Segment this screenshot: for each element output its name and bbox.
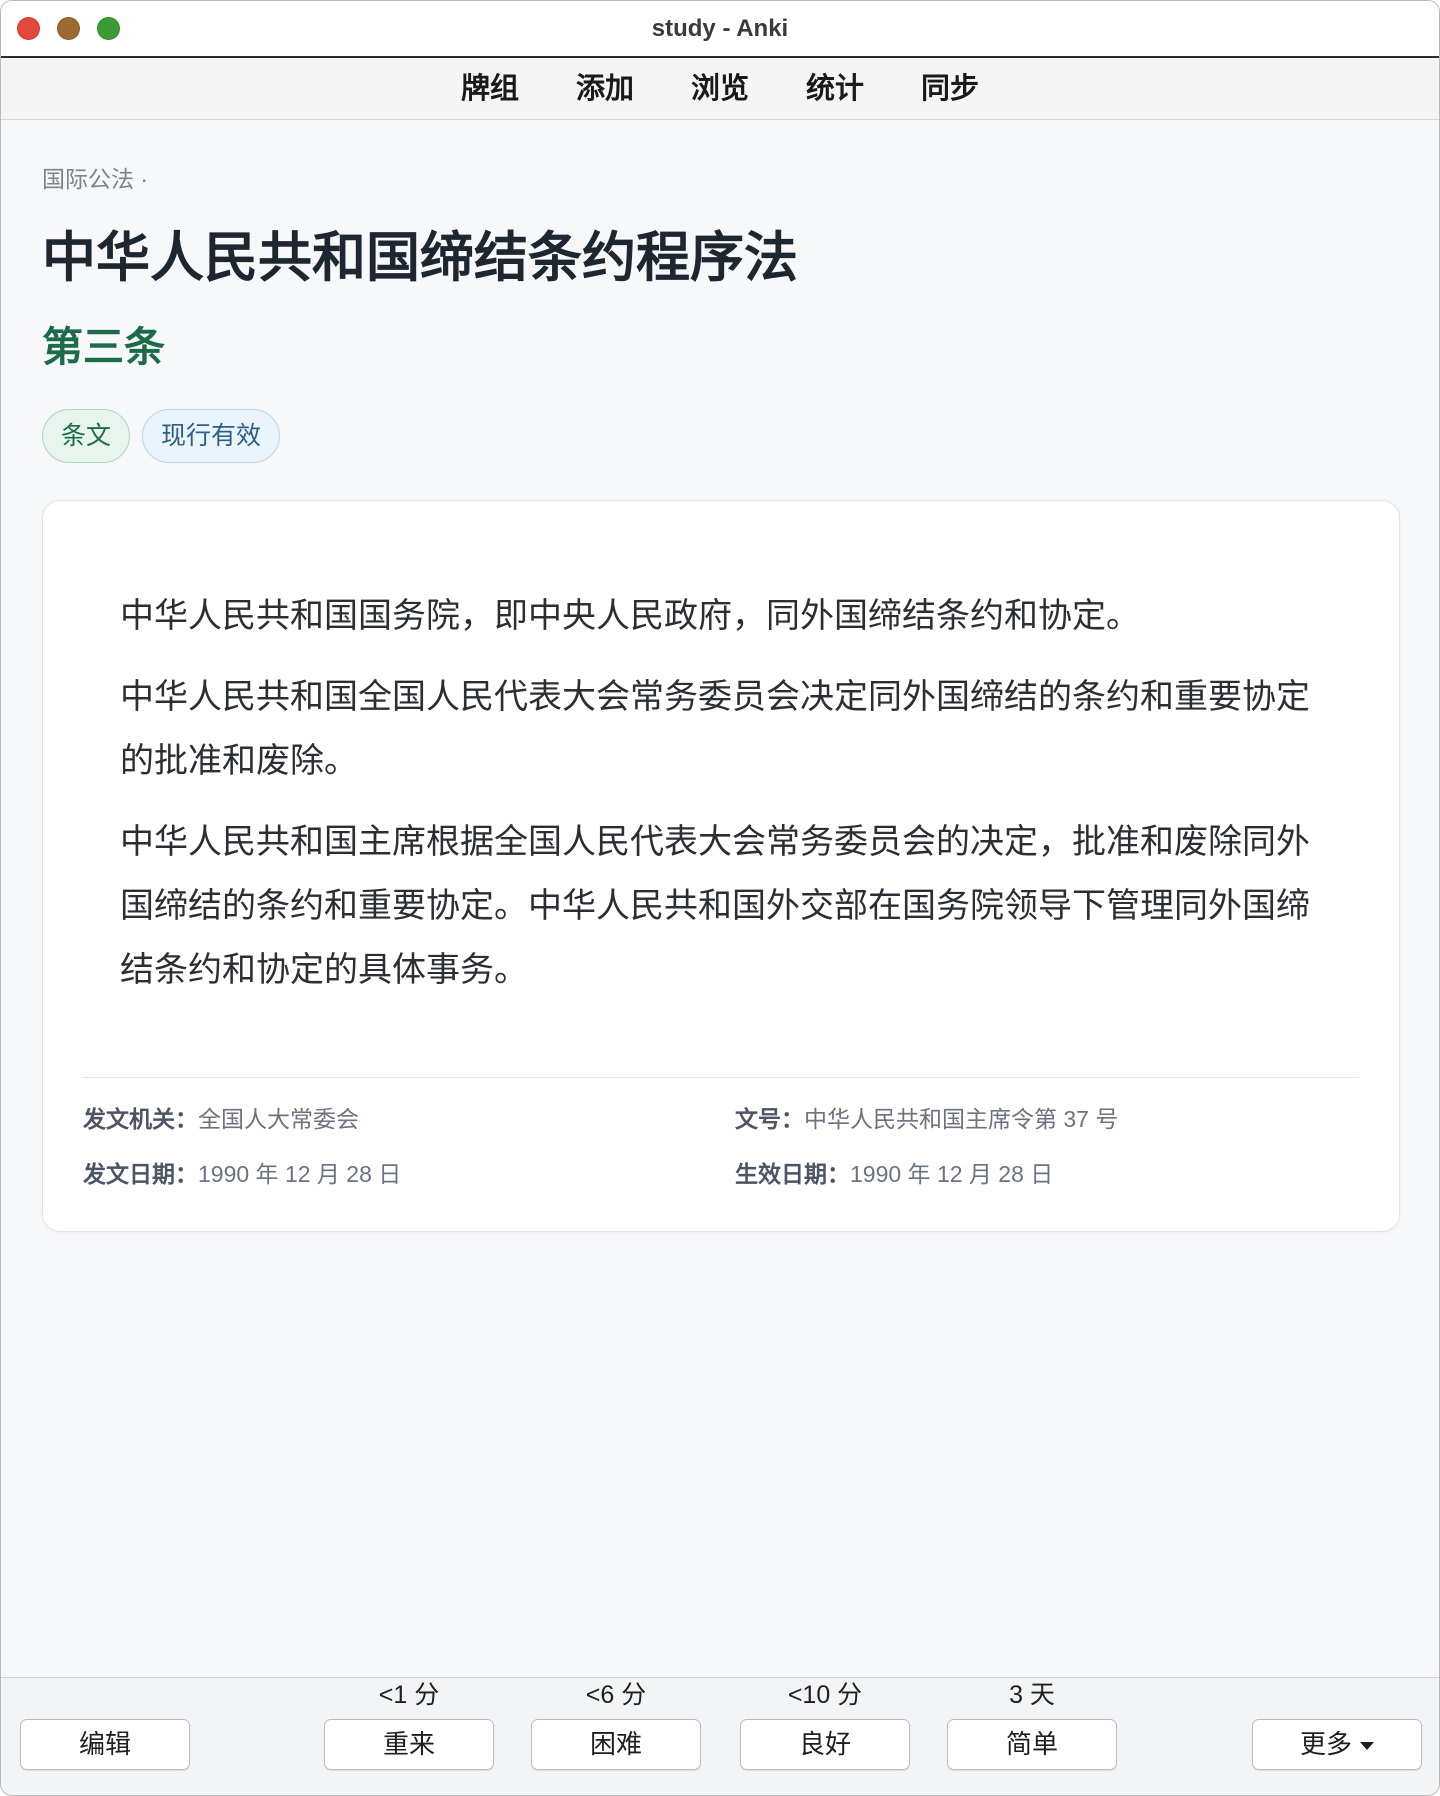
good-button[interactable]: 良好 [740,1719,910,1770]
article-text: 中华人民共和国国务院，即中央人民政府，同外国缔结条约和协定。 中华人民共和国全国… [120,584,1322,1019]
again-button[interactable]: 重来 [324,1719,494,1770]
article-number: 第三条 [42,324,165,370]
answer-hard: <6 分 困难 [531,1678,701,1778]
anki-window: study - Anki 牌组 添加 浏览 统计 同步 国际公法 · 中华人民共… [0,0,1440,1796]
interval-label: 3 天 [1009,1681,1055,1709]
breadcrumb: 国际公法 · [42,166,149,192]
answer-again: <1 分 重来 [324,1678,494,1778]
tag-status: 现行有效 [142,409,281,463]
edit-button[interactable]: 编辑 [20,1719,190,1770]
toolbar-browse[interactable]: 浏览 [691,69,749,109]
easy-button[interactable]: 简单 [947,1719,1117,1770]
toolbar-add[interactable]: 添加 [576,69,634,109]
paragraph: 中华人民共和国主席根据全国人民代表大会常务委员会的决定，批准和废除同外国缔结的条… [120,823,1310,989]
meta-issuer: 发文机关：全国人大常委会 [83,1100,735,1138]
meta-document-number: 文号：中华人民共和国主席令第 37 号 [735,1100,1359,1138]
answer-easy: 3 天 简单 [947,1678,1117,1778]
review-bar: 编辑 <1 分 重来 <6 分 困难 <10 分 良好 3 天 简单 更多 [1,1677,1439,1795]
more-button[interactable]: 更多 [1252,1719,1422,1770]
window-title: study - Anki [651,15,789,42]
meta-value: 1990 年 12 月 28 日 [850,1161,1054,1187]
meta-label: 发文日期： [83,1161,198,1187]
meta-value: 中华人民共和国主席令第 37 号 [804,1106,1119,1132]
paragraph: 中华人民共和国全国人民代表大会常务委员会决定同外国缔结的条约和重要协定的批准和废… [120,678,1310,780]
meta-value: 1990 年 12 月 28 日 [198,1161,402,1187]
hard-button[interactable]: 困难 [531,1719,701,1770]
title-bar: study - Anki [1,1,1439,58]
more-label: 更多 [1299,1729,1352,1759]
meta-label: 发文机关： [83,1106,198,1132]
tag-article: 条文 [42,409,131,463]
main-toolbar: 牌组 添加 浏览 统计 同步 [1,58,1439,120]
interval-label: <10 分 [787,1681,863,1709]
tag-list: 条文 现行有效 [42,409,281,463]
interval-label: <6 分 [585,1681,647,1709]
toolbar-sync[interactable]: 同步 [921,69,979,109]
article-card: 中华人民共和国国务院，即中央人民政府，同外国缔结条约和协定。 中华人民共和国全国… [42,500,1400,1232]
interval-label: <1 分 [378,1681,440,1709]
meta-issue-date: 发文日期：1990 年 12 月 28 日 [83,1155,735,1193]
toolbar-stats[interactable]: 统计 [806,69,864,109]
answer-good: <10 分 良好 [740,1678,910,1778]
divider [83,1077,1359,1078]
toolbar-decks[interactable]: 牌组 [461,69,519,109]
document-meta: 发文机关：全国人大常委会 文号：中华人民共和国主席令第 37 号 发文日期：19… [83,1100,1359,1193]
meta-label: 生效日期： [735,1161,850,1187]
review-content: 国际公法 · 中华人民共和国缔结条约程序法 第三条 条文 现行有效 中华人民共和… [1,120,1439,1677]
paragraph: 中华人民共和国国务院，即中央人民政府，同外国缔结条约和协定。 [120,597,1140,635]
meta-effective-date: 生效日期：1990 年 12 月 28 日 [735,1155,1359,1193]
caret-down-icon [1360,1742,1374,1751]
meta-value: 全国人大常委会 [198,1106,359,1132]
page-title: 中华人民共和国缔结条约程序法 [42,228,798,288]
meta-label: 文号： [735,1106,804,1132]
